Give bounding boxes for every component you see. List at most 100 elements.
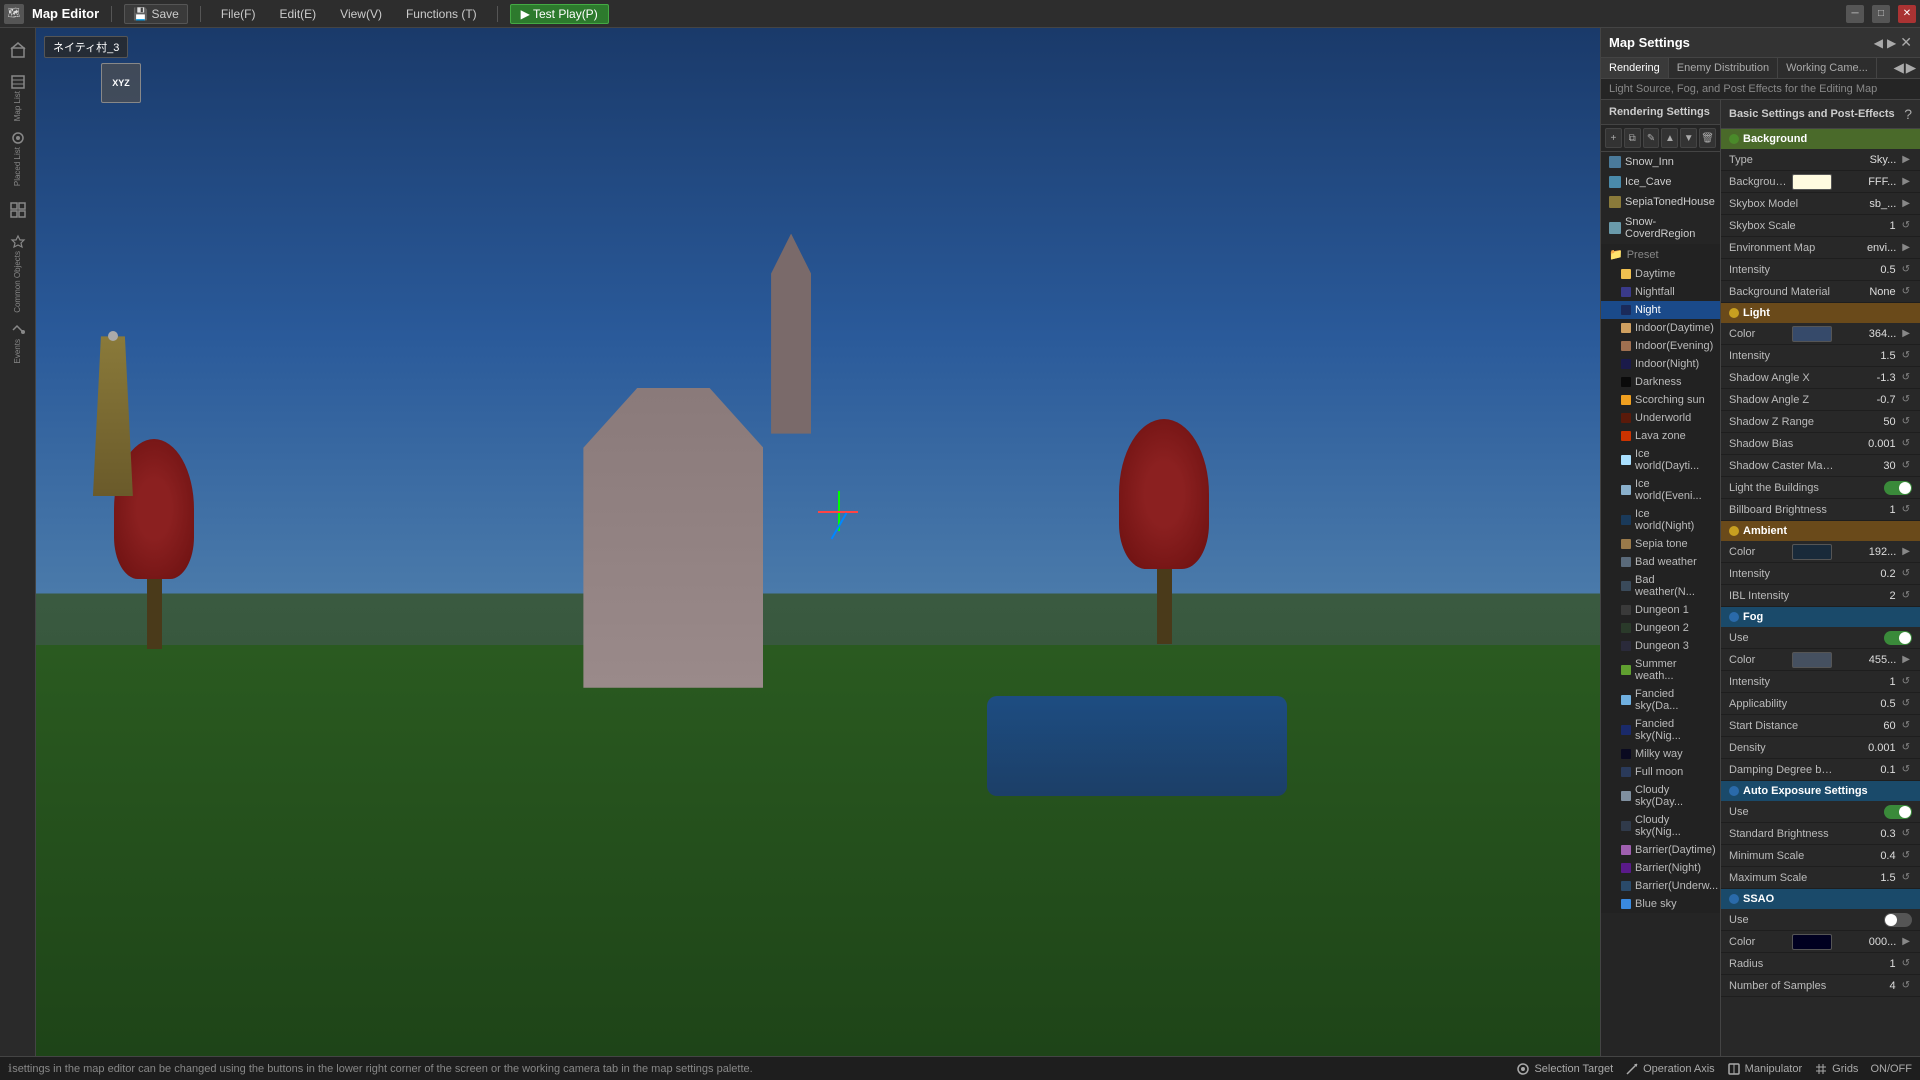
min-scale-btn[interactable]: ↺ — [1900, 850, 1912, 861]
preset-indoor-night[interactable]: Indoor(Night) — [1601, 355, 1720, 373]
auto-exp-use-toggle[interactable] — [1884, 805, 1912, 819]
billboard-brightness-btn[interactable]: ↺ — [1900, 504, 1912, 515]
preset-barrier-underw[interactable]: Barrier(Underw... — [1601, 877, 1720, 895]
preset-lava-zone[interactable]: Lava zone — [1601, 427, 1720, 445]
settings-left-btn[interactable]: ◀ — [1874, 36, 1883, 50]
ssao-section-header[interactable]: SSAO — [1721, 889, 1920, 909]
edit-menu[interactable]: Edit(E) — [271, 5, 324, 23]
preset-summer-weath[interactable]: Summer weath... — [1601, 655, 1720, 685]
sidebar-icon-common[interactable]: Common Objects — [4, 231, 32, 316]
preset-indoor-daytime[interactable]: Indoor(Daytime) — [1601, 319, 1720, 337]
preset-cloudy-sky-day[interactable]: Cloudy sky(Day... — [1601, 781, 1720, 811]
preset-ice-world-night[interactable]: Ice world(Night) — [1601, 505, 1720, 535]
preset-ice-world-even[interactable]: Ice world(Eveni... — [1601, 475, 1720, 505]
move-down-btn[interactable]: ▼ — [1680, 128, 1697, 148]
skybox-model-arrow[interactable]: ▶ — [1900, 198, 1912, 209]
fog-intensity-btn[interactable]: ↺ — [1900, 676, 1912, 687]
preset-ice-world-day[interactable]: Ice world(Dayti... — [1601, 445, 1720, 475]
ambient-section-header[interactable]: Ambient — [1721, 521, 1920, 541]
ssao-use-toggle[interactable] — [1884, 913, 1912, 927]
env-map-arrow[interactable]: ▶ — [1900, 242, 1912, 253]
preset-dungeon-1[interactable]: Dungeon 1 — [1601, 601, 1720, 619]
preset-underworld[interactable]: Underworld — [1601, 409, 1720, 427]
light-color-swatch[interactable] — [1792, 326, 1832, 342]
preset-sepia-tone[interactable]: Sepia tone — [1601, 535, 1720, 553]
max-scale-btn[interactable]: ↺ — [1900, 872, 1912, 883]
ssao-samples-btn[interactable]: ↺ — [1900, 980, 1912, 991]
ambient-intensity-btn[interactable]: ↺ — [1900, 568, 1912, 579]
preset-nightfall[interactable]: Nightfall — [1601, 283, 1720, 301]
ibl-intensity-btn[interactable]: ↺ — [1900, 590, 1912, 601]
ssao-color-swatch[interactable] — [1792, 934, 1832, 950]
shadow-angle-z-btn[interactable]: ↺ — [1900, 394, 1912, 405]
light-section-header[interactable]: Light — [1721, 303, 1920, 323]
light-buildings-toggle[interactable] — [1884, 481, 1912, 495]
tab-right-btn[interactable]: ▶ — [1906, 60, 1916, 76]
maximize-button[interactable]: □ — [1872, 5, 1890, 23]
save-button[interactable]: 💾 Save — [124, 4, 188, 24]
render-item-ice-cave[interactable]: Ice_Cave — [1601, 172, 1720, 192]
test-play-button[interactable]: ▶ Test Play(P) — [510, 4, 609, 24]
bg-material-btn[interactable]: ↺ — [1900, 286, 1912, 297]
tab-rendering[interactable]: Rendering — [1601, 58, 1669, 78]
standard-brightness-btn[interactable]: ↺ — [1900, 828, 1912, 839]
preset-darkness[interactable]: Darkness — [1601, 373, 1720, 391]
transform-gizmo[interactable] — [818, 491, 878, 551]
shadow-bias-btn[interactable]: ↺ — [1900, 438, 1912, 449]
fog-use-toggle[interactable] — [1884, 631, 1912, 645]
delete-btn[interactable]: 🗑 — [1699, 128, 1716, 148]
ambient-color-swatch[interactable] — [1792, 544, 1832, 560]
light-color-arrow[interactable]: ▶ — [1900, 328, 1912, 339]
skybox-scale-btn[interactable]: ↺ — [1900, 220, 1912, 231]
preset-milky-way[interactable]: Milky way — [1601, 745, 1720, 763]
add-btn[interactable]: + — [1605, 128, 1622, 148]
close-button[interactable]: ✕ — [1898, 5, 1916, 23]
preset-scorching-sun[interactable]: Scorching sun — [1601, 391, 1720, 409]
tab-enemy-distribution[interactable]: Enemy Distribution — [1669, 58, 1778, 78]
preset-header[interactable]: 📁 Preset — [1601, 244, 1720, 265]
preset-fancied-nig[interactable]: Fancied sky(Nig... — [1601, 715, 1720, 745]
tab-left-btn[interactable]: ◀ — [1894, 60, 1904, 76]
light-intensity-btn[interactable]: ↺ — [1900, 350, 1912, 361]
fog-density-btn[interactable]: ↺ — [1900, 742, 1912, 753]
preset-indoor-evening[interactable]: Indoor(Evening) — [1601, 337, 1720, 355]
ssao-radius-btn[interactable]: ↺ — [1900, 958, 1912, 969]
fog-color-swatch[interactable] — [1792, 652, 1832, 668]
sidebar-icon-tools[interactable] — [4, 192, 32, 228]
shadow-caster-btn[interactable]: ↺ — [1900, 460, 1912, 471]
file-menu[interactable]: File(F) — [213, 5, 264, 23]
sidebar-icon-home[interactable] — [4, 32, 32, 68]
preset-barrier-daytime[interactable]: Barrier(Daytime) — [1601, 841, 1720, 859]
background-section-header[interactable]: Background — [1721, 129, 1920, 149]
functions-menu[interactable]: Functions (T) — [398, 5, 485, 23]
bg-color-swatch[interactable] — [1792, 174, 1832, 190]
basic-settings-help[interactable]: ? — [1904, 106, 1912, 122]
fog-color-arrow[interactable]: ▶ — [1900, 654, 1912, 665]
render-item-sepia[interactable]: SepiaTonedHouse — [1601, 192, 1720, 212]
minimize-button[interactable]: ─ — [1846, 5, 1864, 23]
render-item-snow-inn[interactable]: Snow_Inn — [1601, 152, 1720, 172]
ambient-color-arrow[interactable]: ▶ — [1900, 546, 1912, 557]
preset-fancied-day[interactable]: Fancied sky(Da... — [1601, 685, 1720, 715]
shadow-angle-x-btn[interactable]: ↺ — [1900, 372, 1912, 383]
close-panel-button[interactable]: ✕ — [1900, 34, 1912, 51]
fog-section-header[interactable]: Fog — [1721, 607, 1920, 627]
preset-full-moon[interactable]: Full moon — [1601, 763, 1720, 781]
preset-bad-weather[interactable]: Bad weather — [1601, 553, 1720, 571]
preset-blue-sky[interactable]: Blue sky — [1601, 895, 1720, 913]
ssao-color-arrow[interactable]: ▶ — [1900, 936, 1912, 947]
type-arrow[interactable]: ▶ — [1900, 154, 1912, 165]
preset-daytime[interactable]: Daytime — [1601, 265, 1720, 283]
fog-damping-btn[interactable]: ↺ — [1900, 764, 1912, 775]
preset-dungeon-2[interactable]: Dungeon 2 — [1601, 619, 1720, 637]
fog-start-distance-btn[interactable]: ↺ — [1900, 720, 1912, 731]
preset-bad-weather-n[interactable]: Bad weather(N... — [1601, 571, 1720, 601]
sidebar-icon-layer[interactable]: Map List — [4, 71, 32, 124]
shadow-z-range-btn[interactable]: ↺ — [1900, 416, 1912, 427]
viewport[interactable]: ネイティ村_3 XYZ — [36, 28, 1600, 1056]
render-item-snow-covered[interactable]: Snow-CoverdRegion — [1601, 212, 1720, 244]
rename-btn[interactable]: ✎ — [1643, 128, 1660, 148]
sidebar-icon-object[interactable]: Placed List — [4, 127, 32, 189]
settings-right-btn[interactable]: ▶ — [1887, 36, 1896, 50]
move-up-btn[interactable]: ▲ — [1661, 128, 1678, 148]
